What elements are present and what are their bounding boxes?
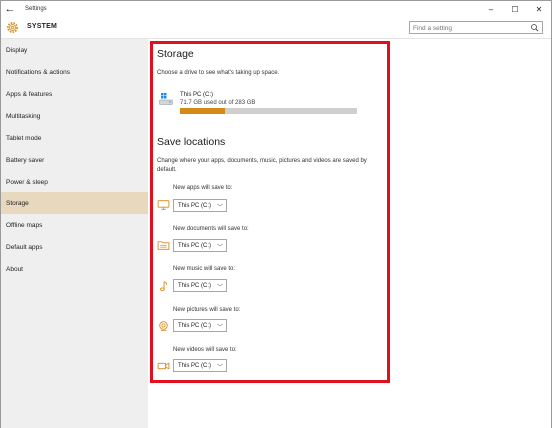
pictures-location-label: New pictures will save to: <box>173 307 241 313</box>
sidebar-item-tablet-mode[interactable]: Tablet mode <box>1 127 148 149</box>
storage-description: Choose a drive to see what's taking up s… <box>157 70 280 76</box>
sidebar-item-notifications[interactable]: Notifications & actions <box>1 61 148 83</box>
sidebar-item-display[interactable]: Display <box>1 39 148 61</box>
drive-name[interactable]: This PC (C:) <box>180 92 213 98</box>
sidebar-item-power-sleep[interactable]: Power & sleep <box>1 171 148 193</box>
search-input[interactable] <box>413 23 523 33</box>
documents-location-label: New documents will save to: <box>173 226 249 232</box>
window-controls: – ☐ ✕ <box>479 1 551 17</box>
camera-icon <box>159 321 168 331</box>
title-bar: ← Settings – ☐ ✕ <box>1 1 551 17</box>
chevron-down-icon: ﹀ <box>216 325 223 331</box>
sidebar-item-apps-features[interactable]: Apps & features <box>1 83 148 105</box>
window-title: Settings <box>25 6 47 12</box>
apps-location-dropdown[interactable]: This PC (C:) ﹀ <box>173 199 227 212</box>
sidebar: Display Notifications & actions Apps & f… <box>1 39 148 428</box>
back-button[interactable]: ← <box>1 1 19 17</box>
drive-usage-bar[interactable] <box>180 108 357 114</box>
music-location-label: New music will save to: <box>173 266 236 272</box>
video-camera-icon <box>157 362 170 370</box>
documents-folder-icon <box>157 241 170 250</box>
videos-location-value: This PC (C:) <box>178 362 211 369</box>
music-location-value: This PC (C:) <box>178 282 211 289</box>
monitor-icon <box>157 200 170 210</box>
search-icon[interactable] <box>530 23 540 33</box>
drive-usage-fill <box>180 108 225 114</box>
search-box[interactable] <box>409 21 543 34</box>
chevron-down-icon: ﹀ <box>216 285 223 291</box>
chevron-down-icon: ﹀ <box>216 205 223 211</box>
documents-location-dropdown[interactable]: This PC (C:) ﹀ <box>173 239 227 252</box>
chevron-down-icon: ﹀ <box>216 245 223 251</box>
storage-heading: Storage <box>157 48 194 60</box>
minimize-button[interactable]: – <box>479 1 503 17</box>
sidebar-item-multitasking[interactable]: Multitasking <box>1 105 148 127</box>
pictures-location-value: This PC (C:) <box>178 322 211 329</box>
save-locations-heading: Save locations <box>157 136 226 148</box>
music-location-dropdown[interactable]: This PC (C:) ﹀ <box>173 279 227 292</box>
windows-drive-icon[interactable] <box>158 92 174 106</box>
apps-location-value: This PC (C:) <box>178 202 211 209</box>
header: SYSTEM <box>1 17 551 39</box>
apps-location-label: New apps will save to: <box>173 185 233 191</box>
sidebar-item-battery-saver[interactable]: Battery saver <box>1 149 148 171</box>
sidebar-item-default-apps[interactable]: Default apps <box>1 236 148 258</box>
sidebar-item-storage[interactable]: Storage <box>1 192 148 214</box>
music-note-icon <box>160 281 168 292</box>
videos-location-dropdown[interactable]: This PC (C:) ﹀ <box>173 359 227 372</box>
documents-location-value: This PC (C:) <box>178 242 211 249</box>
save-locations-description: Change where your apps, documents, music… <box>157 158 367 173</box>
drive-usage-text: 71.7 GB used out of 283 GB <box>180 100 256 106</box>
videos-location-label: New videos will save to: <box>173 347 237 353</box>
sidebar-item-about[interactable]: About <box>1 258 148 280</box>
gear-icon <box>7 22 18 33</box>
sidebar-item-offline-maps[interactable]: Offline maps <box>1 214 148 236</box>
chevron-down-icon: ﹀ <box>216 365 223 371</box>
close-button[interactable]: ✕ <box>527 1 551 17</box>
maximize-button[interactable]: ☐ <box>503 1 527 17</box>
section-title: SYSTEM <box>27 23 57 30</box>
pictures-location-dropdown[interactable]: This PC (C:) ﹀ <box>173 319 227 332</box>
